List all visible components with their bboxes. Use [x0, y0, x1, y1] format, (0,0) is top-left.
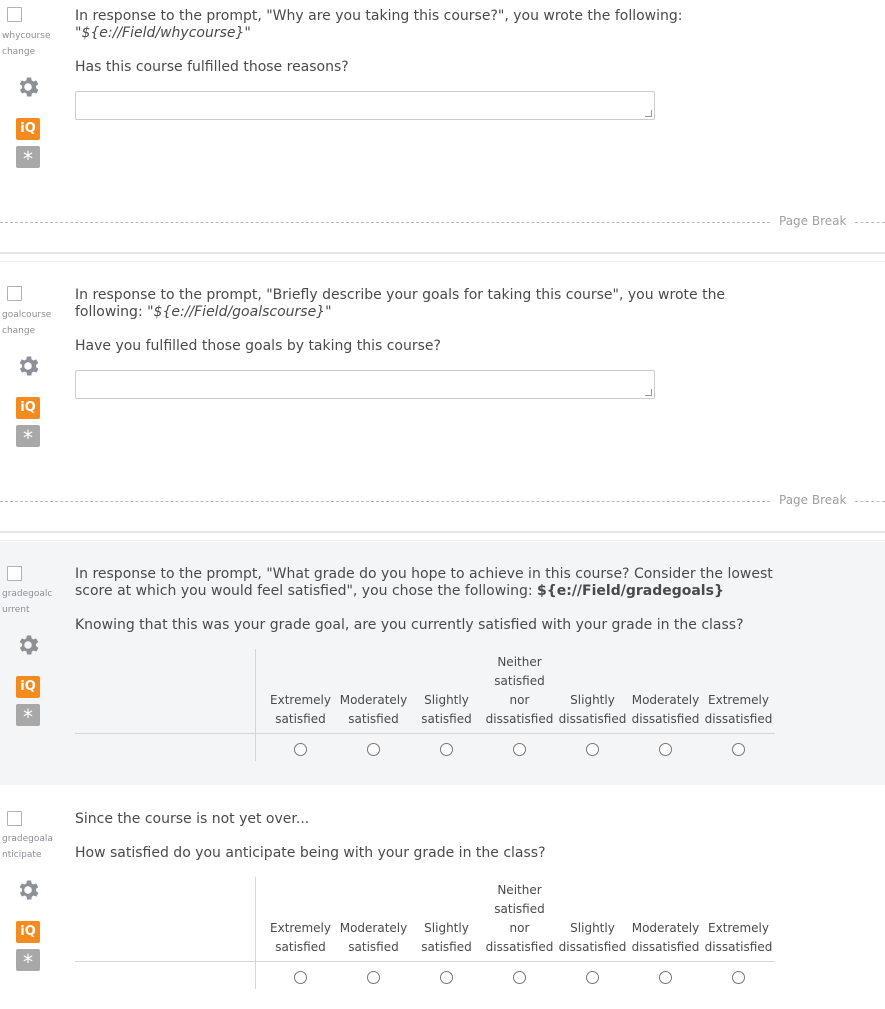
iq-icon[interactable]: iQ — [16, 921, 40, 943]
scale-header: Neither satisfied nor dissatisfied — [485, 655, 554, 726]
question-block-gradegoalanticipate: gradegoala nticipate iQ * Since the cour… — [0, 787, 885, 1009]
question-text: In response to the prompt, "Briefly desc… — [75, 287, 726, 320]
radio-neither[interactable] — [513, 743, 526, 756]
scale-header: Moderately satisfied — [339, 693, 408, 726]
radio-slightly-satisfied[interactable] — [440, 971, 453, 984]
select-question-checkbox[interactable] — [7, 286, 22, 301]
radio-extremely-satisfied[interactable] — [294, 971, 307, 984]
block-separator — [0, 252, 885, 262]
radio-moderately-satisfied[interactable] — [367, 971, 380, 984]
gear-icon[interactable] — [15, 74, 41, 100]
radio-neither[interactable] — [513, 971, 526, 984]
scale-header: Neither satisfied nor dissatisfied — [485, 883, 554, 954]
resize-handle[interactable] — [645, 389, 652, 396]
scale-header: Moderately satisfied — [339, 921, 408, 954]
page-break[interactable]: Page Break — [0, 491, 885, 511]
scale-header: Extremely satisfied — [270, 921, 331, 954]
radio-extremely-dissatisfied[interactable] — [732, 743, 745, 756]
question-block-goalcourse: goalcourse change iQ * In response to th… — [0, 279, 885, 494]
radio-moderately-dissatisfied[interactable] — [659, 971, 672, 984]
gear-icon[interactable] — [15, 877, 41, 903]
scale-header: Slightly dissatisfied — [558, 693, 627, 726]
select-question-checkbox[interactable] — [7, 811, 22, 826]
scale-header: Extremely dissatisfied — [704, 693, 773, 726]
radio-slightly-dissatisfied[interactable] — [586, 743, 599, 756]
question-block-gradegoalcurrent: gradegoalc urrent iQ * In response to th… — [0, 542, 885, 785]
page-break-label: Page Break — [779, 214, 847, 228]
page-break-label: Page Break — [779, 493, 847, 507]
block-separator — [0, 531, 885, 541]
resize-handle[interactable] — [645, 110, 652, 117]
select-question-checkbox[interactable] — [7, 7, 22, 22]
question-subtext: Knowing that this was your grade goal, a… — [75, 617, 744, 633]
scale-header: Moderately dissatisfied — [631, 693, 700, 726]
question-subtext: How satisfied do you anticipate being wi… — [75, 845, 546, 861]
radio-extremely-satisfied[interactable] — [294, 743, 307, 756]
asterisk-icon[interactable]: * — [16, 704, 40, 729]
scale-header: Extremely satisfied — [270, 693, 331, 726]
scale-header: Slightly satisfied — [421, 921, 472, 954]
question-id-label: goalcourse change — [2, 310, 52, 336]
question-id-label: gradegoala nticipate — [2, 834, 53, 860]
piped-field: ${e://Field/goalscourse} — [153, 304, 326, 320]
scale-header: Slightly dissatisfied — [558, 921, 627, 954]
text-entry-field[interactable] — [75, 91, 655, 120]
question-text: Since the course is not yet over... — [75, 811, 310, 827]
scale-header: Moderately dissatisfied — [631, 921, 700, 954]
question-text: In response to the prompt, "Why are you … — [75, 8, 683, 41]
scale-header: Slightly satisfied — [421, 693, 472, 726]
scale-header: Extremely dissatisfied — [704, 921, 773, 954]
asterisk-icon[interactable]: * — [16, 425, 40, 450]
iq-icon[interactable]: iQ — [16, 118, 40, 140]
asterisk-icon[interactable]: * — [16, 949, 40, 974]
text-entry-field[interactable] — [75, 370, 655, 399]
likert-matrix: Extremely satisfied Moderately satisfied S… — [75, 877, 775, 989]
gear-icon[interactable] — [15, 353, 41, 379]
radio-slightly-satisfied[interactable] — [440, 743, 453, 756]
radio-moderately-dissatisfied[interactable] — [659, 743, 672, 756]
question-subtext: Have you fulfilled those goals by taking… — [75, 338, 441, 354]
question-subtext: Has this course fulfilled those reasons? — [75, 59, 349, 75]
select-question-checkbox[interactable] — [7, 566, 22, 581]
radio-moderately-satisfied[interactable] — [367, 743, 380, 756]
page-break[interactable]: Page Break — [0, 212, 885, 232]
question-block-whycourse: whycourse change iQ * In response to the… — [0, 0, 885, 215]
piped-field: ${e://Field/gradegoals} — [537, 583, 724, 599]
radio-slightly-dissatisfied[interactable] — [586, 971, 599, 984]
question-text: In response to the prompt, "What grade d… — [75, 566, 773, 599]
question-id-label: gradegoalc urrent — [2, 589, 53, 615]
gear-icon[interactable] — [15, 632, 41, 658]
question-id-label: whycourse change — [2, 31, 51, 57]
likert-matrix: Extremely satisfied Moderately satisfied S… — [75, 649, 775, 761]
asterisk-icon[interactable]: * — [16, 146, 40, 171]
piped-field: ${e://Field/whycourse} — [81, 25, 245, 41]
radio-extremely-dissatisfied[interactable] — [732, 971, 745, 984]
iq-icon[interactable]: iQ — [16, 397, 40, 419]
iq-icon[interactable]: iQ — [16, 676, 40, 698]
